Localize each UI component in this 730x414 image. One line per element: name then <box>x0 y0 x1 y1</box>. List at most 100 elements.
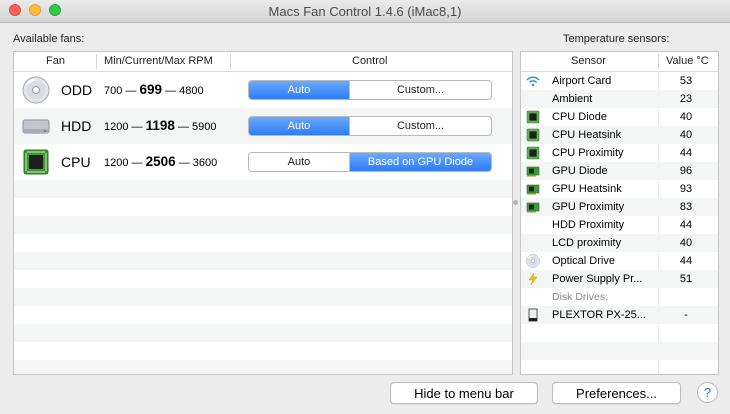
sensor-name: CPU Diode <box>552 111 608 123</box>
sensor-row[interactable]: CPU Diode 40 <box>521 108 718 126</box>
fan-row-odd: ODD 700 — 699 — 4800 Auto Custom... <box>14 72 512 108</box>
sensor-value: 44 <box>679 219 693 231</box>
cpu-chip-icon <box>526 110 540 124</box>
column-header-rpm[interactable]: Min/Current/Max RPM <box>104 55 213 67</box>
sensor-row[interactable]: GPU Heatsink 93 <box>521 180 718 198</box>
wifi-icon <box>526 74 540 88</box>
split-view-handle[interactable] <box>513 200 518 205</box>
title-bar[interactable]: Macs Fan Control 1.4.6 (iMac8,1) <box>0 0 730 23</box>
fan-current-rpm: 699 <box>139 82 163 97</box>
hide-to-menu-bar-button[interactable]: Hide to menu bar <box>390 382 538 404</box>
cpu-chip-icon <box>22 148 50 176</box>
sensor-row[interactable]: Optical Drive 44 <box>521 252 718 270</box>
sensor-value: 51 <box>679 273 693 285</box>
control-custom-button[interactable]: Custom... <box>350 117 491 135</box>
fan-min-rpm: 1200 <box>104 121 129 133</box>
control-auto-button[interactable]: Auto <box>249 153 349 171</box>
fan-rpm: 700 — 699 — 4800 <box>104 82 204 97</box>
control-custom-button[interactable]: Custom... <box>350 81 491 99</box>
disk-drives-group-label: Disk Drives: <box>552 291 609 303</box>
sensor-value: 44 <box>679 147 693 159</box>
ssd-drive-icon <box>526 308 540 322</box>
empty-row <box>14 306 512 324</box>
empty-row <box>14 288 512 306</box>
fan-name: ODD <box>61 82 93 98</box>
sensor-row[interactable]: CPU Proximity 44 <box>521 144 718 162</box>
hard-drive-icon <box>22 112 50 140</box>
sensor-value: 44 <box>679 255 693 267</box>
fan-row-cpu: CPU 1200 — 2506 — 3600 Auto Based on GPU Di… <box>14 144 512 180</box>
empty-row <box>14 252 512 270</box>
preferences-button[interactable]: Preferences... <box>552 382 681 404</box>
sensor-row[interactable]: HDD Proximity 44 <box>521 216 718 234</box>
rpm-dash: — <box>177 121 189 133</box>
cpu-chip-icon <box>526 146 540 160</box>
fan-min-rpm: 1200 <box>104 157 129 169</box>
gpu-card-icon <box>526 182 540 196</box>
help-button[interactable]: ? <box>697 382 718 403</box>
sensor-row[interactable]: CPU Heatsink 40 <box>521 126 718 144</box>
sensor-name: Power Supply Pr... <box>552 273 643 285</box>
empty-row <box>14 198 512 216</box>
rpm-dash: — <box>178 157 190 169</box>
gpu-card-icon <box>526 164 540 178</box>
drive-name: PLEXTOR PX-25... <box>552 309 646 321</box>
fan-name: CPU <box>61 154 91 170</box>
fan-max-rpm: 4800 <box>179 85 204 97</box>
sensor-name: GPU Proximity <box>552 201 625 213</box>
sensor-name: GPU Diode <box>552 165 608 177</box>
empty-row <box>14 234 512 252</box>
drive-row[interactable]: PLEXTOR PX-25... - <box>521 306 718 324</box>
fan-row-hdd: HDD 1200 — 1198 — 5900 Auto Custom... <box>14 108 512 144</box>
sensor-value: 40 <box>679 129 693 141</box>
sensor-name: LCD proximity <box>552 237 622 249</box>
cpu-chip-icon <box>526 128 540 142</box>
empty-row <box>14 342 512 360</box>
fan-control-segmented: Auto Custom... <box>248 80 492 100</box>
column-header-sensor[interactable]: Sensor <box>571 55 606 67</box>
fan-rpm: 1200 — 2506 — 3600 <box>104 154 217 169</box>
sensor-value: 40 <box>679 111 693 123</box>
empty-row <box>521 360 718 374</box>
sensor-value: 23 <box>679 93 693 105</box>
empty-row <box>14 360 512 374</box>
sensor-name: Optical Drive <box>552 255 615 267</box>
temperature-sensors-label: Temperature sensors: <box>563 33 670 45</box>
fan-max-rpm: 3600 <box>192 157 218 169</box>
sensor-name: GPU Heatsink <box>552 183 622 195</box>
sensor-value: 83 <box>679 201 693 213</box>
sensor-value: 40 <box>679 237 693 249</box>
sensor-value: 53 <box>679 75 693 87</box>
sensors-table-header: Sensor Value °C <box>521 52 718 72</box>
lightning-icon <box>526 272 540 286</box>
app-window: Macs Fan Control 1.4.6 (iMac8,1) Availab… <box>0 0 730 414</box>
sensor-value: 96 <box>679 165 693 177</box>
sensor-name: HDD Proximity <box>552 219 625 231</box>
empty-row <box>14 324 512 342</box>
empty-row <box>14 180 512 198</box>
control-auto-button[interactable]: Auto <box>249 81 349 99</box>
sensor-name: Airport Card <box>552 75 612 87</box>
sensors-table: Sensor Value °C Airport Card 53 Ambient 23 C… <box>520 51 719 375</box>
fan-current-rpm: 2506 <box>145 154 176 169</box>
fan-control-segmented: Auto Custom... <box>248 116 492 136</box>
sensor-row[interactable]: Power Supply Pr... 51 <box>521 270 718 288</box>
optical-disc-icon <box>22 76 50 104</box>
sensor-row[interactable]: LCD proximity 40 <box>521 234 718 252</box>
control-auto-button[interactable]: Auto <box>249 117 349 135</box>
empty-row <box>521 342 718 360</box>
sensor-name: CPU Proximity <box>552 147 624 159</box>
column-header-control[interactable]: Control <box>352 55 387 67</box>
empty-row <box>14 216 512 234</box>
sensor-row[interactable]: GPU Proximity 83 <box>521 198 718 216</box>
column-header-fan[interactable]: Fan <box>46 55 65 67</box>
fan-current-rpm: 1198 <box>145 118 175 133</box>
sensor-row[interactable]: GPU Diode 96 <box>521 162 718 180</box>
sensor-row[interactable]: Ambient 23 <box>521 90 718 108</box>
column-header-value[interactable]: Value °C <box>666 55 709 67</box>
sensor-row[interactable]: Airport Card 53 <box>521 72 718 90</box>
fans-table-header: Fan Min/Current/Max RPM Control <box>14 52 512 72</box>
sensor-group-header[interactable]: Disk Drives: <box>521 288 718 306</box>
optical-disc-icon <box>526 254 540 268</box>
control-custom-button[interactable]: Based on GPU Diode <box>350 153 491 171</box>
